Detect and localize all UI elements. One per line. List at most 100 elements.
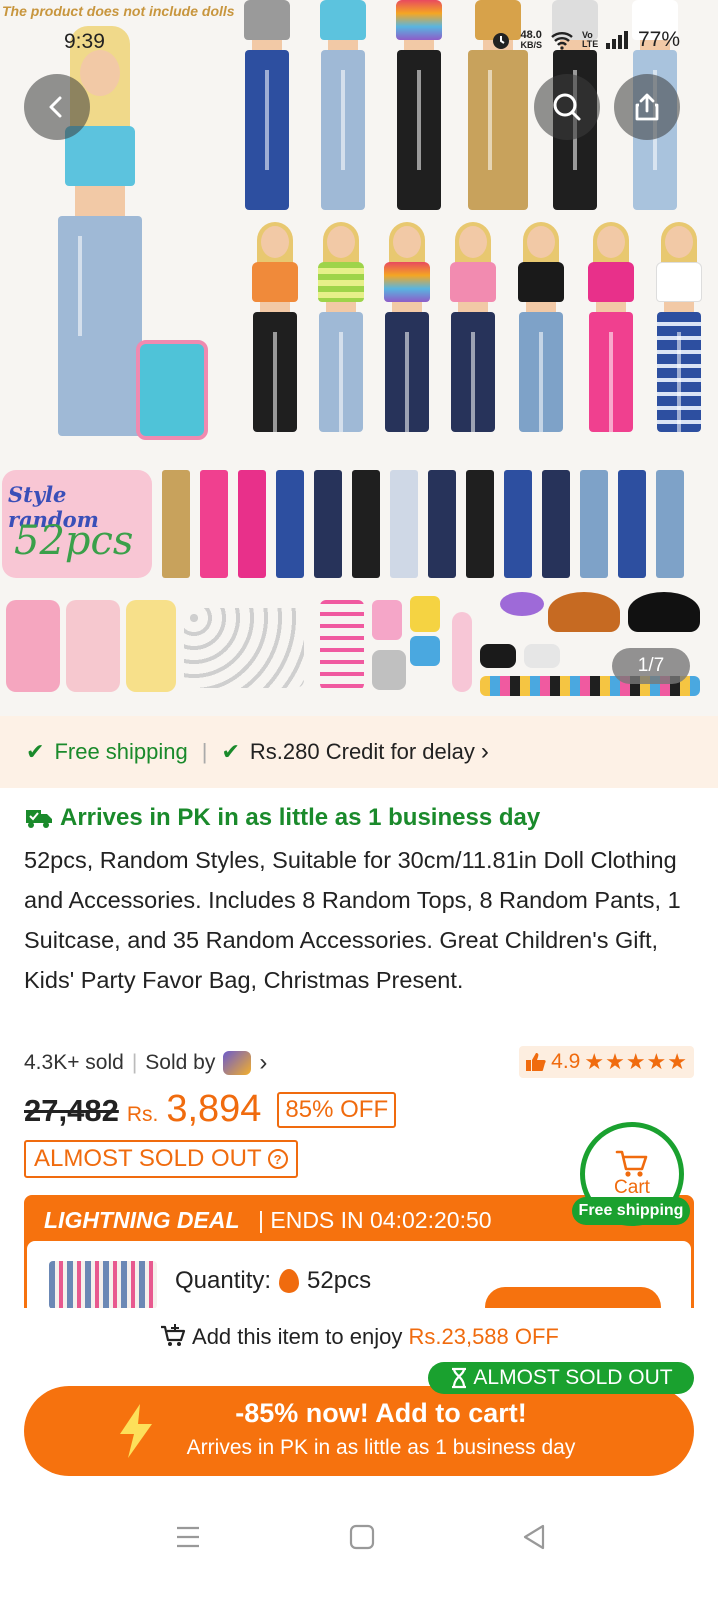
clothing-item xyxy=(542,470,570,578)
search-icon xyxy=(553,93,581,121)
search-button[interactable] xyxy=(534,74,600,140)
product-photo-doll xyxy=(438,222,508,456)
chevron-right-icon: › xyxy=(480,738,489,765)
hat xyxy=(548,592,620,632)
suitcase-photo xyxy=(136,340,208,440)
original-price: 27,482 xyxy=(24,1093,119,1128)
share-icon xyxy=(635,93,659,121)
volte-indicator: Vo LTE xyxy=(581,30,599,49)
almost-sold-out-badge[interactable]: ALMOST SOLD OUT ? xyxy=(24,1140,298,1178)
clothing-item xyxy=(466,470,494,578)
hourglass-icon xyxy=(452,1367,467,1389)
handbag xyxy=(410,636,440,666)
clothing-item xyxy=(200,470,228,578)
quantity-label: Quantity: xyxy=(175,1267,272,1294)
handbag xyxy=(372,650,406,690)
clothing-item xyxy=(238,470,266,578)
product-photo-doll xyxy=(306,222,376,456)
check-icon: ✔ xyxy=(26,739,45,764)
product-photo-doll xyxy=(372,222,442,456)
network-speed: 48.0 KB/S xyxy=(520,29,542,51)
free-shipping-label: Free shipping xyxy=(54,739,188,764)
image-counter: 1/7 xyxy=(612,648,690,684)
shipping-benefits-strip[interactable]: ✔ Free shipping | ✔ Rs.280 Credit for de… xyxy=(0,716,718,788)
deal-countdown: | ENDS IN 04:02:20:50 xyxy=(258,1207,492,1233)
home-square-icon xyxy=(349,1524,375,1550)
suitcase-photo xyxy=(66,600,120,692)
check-icon: ✔ xyxy=(221,739,240,764)
back-button[interactable] xyxy=(24,74,90,140)
arrival-text: Arrives in PK in as little as 1 business… xyxy=(60,804,541,831)
share-button[interactable] xyxy=(614,74,680,140)
cart-free-shipping-tag: Free shipping xyxy=(572,1197,690,1225)
alarm-icon xyxy=(493,33,510,49)
floating-cart-button[interactable]: Cart Free shipping xyxy=(572,1122,690,1230)
chevron-left-icon xyxy=(49,96,62,118)
price-row: 27,482 Rs. 3,894 85% OFF xyxy=(24,1088,397,1132)
almost-sold-out-tag: ALMOST SOLD OUT xyxy=(428,1362,694,1394)
clothing-item xyxy=(428,470,456,578)
rating-badge[interactable]: 4.9 ★★★★★ xyxy=(519,1046,694,1078)
jewelry-accessories xyxy=(184,608,304,688)
product-photo-doll xyxy=(232,0,302,220)
star-rating: ★★★★★ xyxy=(584,1049,688,1074)
signal-icon xyxy=(605,31,628,49)
cart-add-icon xyxy=(161,1324,186,1346)
style-random-badge: Style random 52pcs xyxy=(2,470,152,578)
product-photo-doll xyxy=(576,222,646,456)
flame-icon xyxy=(279,1269,300,1293)
add-to-cart-button[interactable]: -85% now! Add to cart! Arrives in PK in … xyxy=(24,1386,694,1476)
sold-by-label: Sold by xyxy=(145,1051,216,1074)
image-disclaimer: The product does not include dolls xyxy=(2,3,235,19)
product-photo-doll xyxy=(644,222,714,456)
clothing-item xyxy=(504,470,532,578)
delay-credit-label: Rs.280 Credit for delay xyxy=(249,739,475,764)
clothing-item xyxy=(656,470,684,578)
arrival-estimate: Arrives in PK in as little as 1 business… xyxy=(24,804,540,832)
clothing-item xyxy=(162,470,190,578)
suitcase-photo xyxy=(126,600,176,692)
sales-meta: 4.3K+ sold | Sold by › xyxy=(24,1049,267,1077)
hat xyxy=(628,592,700,632)
status-time: 9:39 xyxy=(64,30,105,53)
accessory-item xyxy=(452,612,472,692)
shoes xyxy=(480,644,516,668)
recent-apps-button[interactable] xyxy=(168,1520,208,1554)
wifi-icon xyxy=(551,32,573,50)
sale-price: 3,894 xyxy=(166,1088,262,1130)
home-button[interactable] xyxy=(342,1520,382,1554)
menu-icon xyxy=(177,1526,199,1548)
help-icon[interactable]: ? xyxy=(267,1149,288,1169)
product-image-carousel[interactable]: The product does not include dolls Style… xyxy=(0,0,718,716)
handbag xyxy=(410,596,440,632)
shoes xyxy=(524,644,560,668)
hangers xyxy=(320,600,364,690)
sold-count: 4.3K+ sold xyxy=(24,1051,124,1074)
system-navigation-bar xyxy=(0,1510,718,1560)
clothing-item xyxy=(618,470,646,578)
delivery-truck-icon xyxy=(26,810,52,828)
battery-level: 77% xyxy=(637,28,680,51)
cart-label: Cart xyxy=(614,1177,650,1198)
enjoy-prefix: Add this item to enjoy xyxy=(192,1324,403,1349)
back-nav-button[interactable] xyxy=(514,1520,554,1554)
product-thumbnail[interactable] xyxy=(49,1261,157,1309)
back-triangle-icon xyxy=(523,1524,545,1550)
discount-badge: 85% OFF xyxy=(277,1092,397,1128)
cta-primary-text: -85% now! Add to cart! xyxy=(235,1398,527,1428)
divider: | xyxy=(201,739,208,764)
rating-value: 4.9 xyxy=(551,1050,581,1073)
badge-piece-count: 52pcs xyxy=(14,518,134,564)
quantity-row[interactable]: Quantity: 52pcs xyxy=(175,1267,371,1295)
seller-logo[interactable] xyxy=(223,1051,252,1075)
product-photo-doll xyxy=(384,0,454,220)
clothing-item xyxy=(352,470,380,578)
chevron-right-icon[interactable]: › xyxy=(259,1049,267,1077)
sunglasses xyxy=(500,592,544,616)
cart-icon xyxy=(615,1150,648,1177)
clothing-item xyxy=(390,470,418,578)
add-to-enjoy-text: Add this item to enjoy Rs.23,588 OFF xyxy=(0,1324,718,1350)
almost-sold-out-label: ALMOST SOLD OUT xyxy=(34,1145,262,1172)
product-photo-doll xyxy=(240,222,310,456)
product-photo-doll xyxy=(308,0,378,220)
